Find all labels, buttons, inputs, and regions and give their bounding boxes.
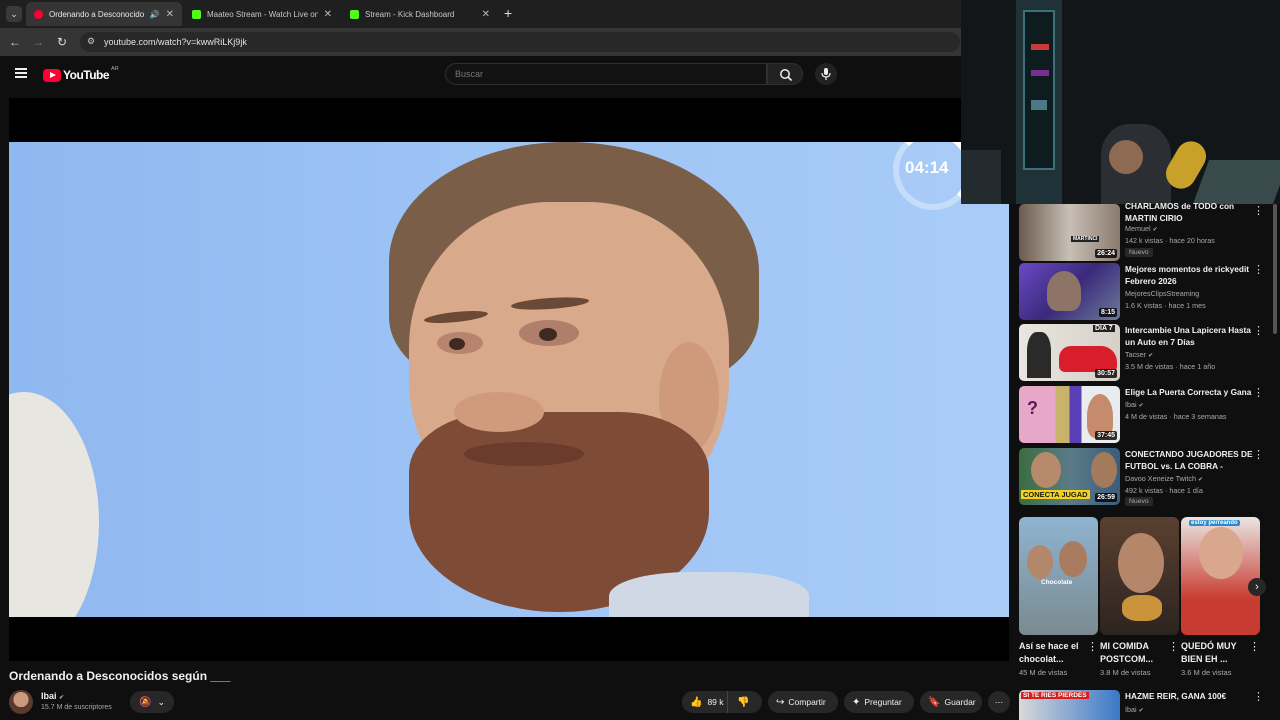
dislike-button[interactable]: 👎 [728,697,749,708]
subscriber-count: 15.7 M de suscriptores [41,704,112,711]
youtube-favicon-icon [34,9,43,19]
video-thumbnail[interactable]: SI TE RIES PIERDES [1019,690,1120,720]
video-thumbnail[interactable]: 8:15 [1019,263,1120,320]
youtube-logo[interactable]: YouTube AR [43,66,119,83]
more-options-icon[interactable]: ⋮ [1087,640,1098,653]
verified-icon: ✔ [1197,477,1204,483]
verified-icon: ✔ [1152,227,1158,233]
close-tab-icon[interactable]: ✕ [482,9,490,20]
video-thumbnail[interactable]: DIA 7 30:57 [1019,324,1120,381]
verified-icon: ✔ [1138,708,1144,714]
short-thumbnail[interactable]: estoy perreando [1181,517,1260,635]
webcam-overlay [961,0,1280,204]
video-thumbnail[interactable]: CONECTA JUGAD 26:59 [1019,448,1120,505]
verified-icon: ✔ [1148,353,1154,359]
shorts-next-arrow-icon[interactable]: › [1248,578,1266,596]
video-thumbnail[interactable]: MARTINCI 26:24 [1019,204,1120,261]
back-arrow-icon[interactable]: ← [7,34,23,50]
related-video-item[interactable]: DIA 7 30:57 Intercambie Una Lapicera Has… [1019,324,1274,382]
thumbs-up-icon: 👍 [690,696,703,708]
tab-list-icon[interactable]: ⌄ [6,6,22,22]
more-horizontal-icon: ⋯ [994,696,1004,707]
menu-icon[interactable] [15,68,27,78]
sparkle-icon: ✦ [852,696,861,708]
channel-name[interactable]: Ibai ✔ [41,691,64,701]
short-info[interactable]: MI COMIDA POSTCOM... 3.8 M de vistas ⋮ [1100,640,1180,677]
reload-icon[interactable]: ↻ [54,34,70,50]
search-input[interactable]: Buscar [445,63,767,85]
verified-icon: ✔ [1138,403,1144,409]
video-frame: 04:14 [9,142,1009,617]
more-actions-button[interactable]: ⋯ [988,691,1010,713]
forward-arrow-icon[interactable]: → [30,34,46,50]
speaker-icon[interactable]: 🔊 [150,10,160,19]
related-video-item[interactable]: ? 37:45 Elige La Puerta Correcta y Gana … [1019,386,1274,444]
search-button[interactable] [767,63,803,85]
share-icon: ↪ [776,696,785,708]
microphone-icon [821,68,831,80]
more-options-icon[interactable]: ⋮ [1253,448,1264,461]
voice-search-button[interactable] [815,63,837,85]
tab-youtube[interactable]: Ordenando a Desconocido 🔊 ✕ [26,2,182,26]
thumbs-down-icon: 👎 [737,696,750,708]
related-video-item[interactable]: 8:15 Mejores momentos de rickyedit Febre… [1019,263,1274,321]
more-options-icon[interactable]: ⋮ [1249,640,1260,653]
video-player[interactable]: 04:14 [9,98,1009,661]
new-tab-icon[interactable]: + [504,5,512,21]
short-thumbnail[interactable]: Chocolate [1019,517,1098,635]
bell-off-icon: 🔕 [139,696,152,708]
channel-avatar[interactable] [9,690,33,714]
more-options-icon[interactable]: ⋮ [1253,324,1264,337]
tab-kick-dashboard[interactable]: Stream - Kick Dashboard ✕ [342,2,498,26]
more-options-icon[interactable]: ⋮ [1168,640,1179,653]
sidebar-scrollbar[interactable] [1273,204,1277,334]
close-tab-icon[interactable]: ✕ [324,9,332,20]
more-options-icon[interactable]: ⋮ [1253,690,1264,703]
subscription-bell-button[interactable]: 🔕 ⌄ [130,691,174,713]
save-button[interactable]: 🔖 Guardar [920,691,982,713]
search-icon [780,69,793,82]
short-info[interactable]: QUEDÓ MUY BIEN EH ... 3.6 M de vistas ⋮ [1181,640,1261,677]
person-head [379,142,769,612]
more-options-icon[interactable]: ⋮ [1253,263,1264,276]
kick-favicon-icon [350,9,359,19]
share-button[interactable]: ↪ Compartir [768,691,838,713]
chevron-down-icon: ⌄ [157,696,165,707]
more-options-icon[interactable]: ⋮ [1253,204,1264,217]
like-dislike-group: 👍 89 k 👎 [682,691,762,713]
video-title: Ordenando a Desconocidos según ___ [9,669,231,683]
address-bar[interactable]: ⚙ youtube.com/watch?v=kwwRiLKj9jk [80,32,960,52]
verified-icon: ✔ [59,695,65,701]
blurred-shoulder [9,392,99,617]
like-button[interactable]: 👍 89 k [682,691,728,713]
ask-button[interactable]: ✦ Preguntar [844,691,914,713]
related-video-item[interactable]: MARTINCI 26:24 CHARLAMOS de TODO con MAR… [1019,201,1274,262]
kick-favicon-icon [192,9,201,19]
short-thumbnail[interactable] [1100,517,1179,635]
related-video-item[interactable]: SI TE RIES PIERDES HAZME REIR, GANA 100€… [1019,690,1274,720]
video-thumbnail[interactable]: ? 37:45 [1019,386,1120,443]
related-video-item[interactable]: CONECTA JUGAD 26:59 CONECTANDO JUGADORES… [1019,448,1274,506]
site-info-icon[interactable]: ⚙ [87,36,95,47]
youtube-play-icon [43,68,61,82]
bookmark-icon: 🔖 [928,696,941,708]
more-options-icon[interactable]: ⋮ [1253,386,1264,399]
person-shirt [609,572,809,617]
close-tab-icon[interactable]: ✕ [166,9,174,20]
short-info[interactable]: Así se hace el chocolat... 45 M de vista… [1019,640,1099,677]
tab-kick-maateo[interactable]: Maateo Stream - Watch Live on ✕ [184,2,340,26]
